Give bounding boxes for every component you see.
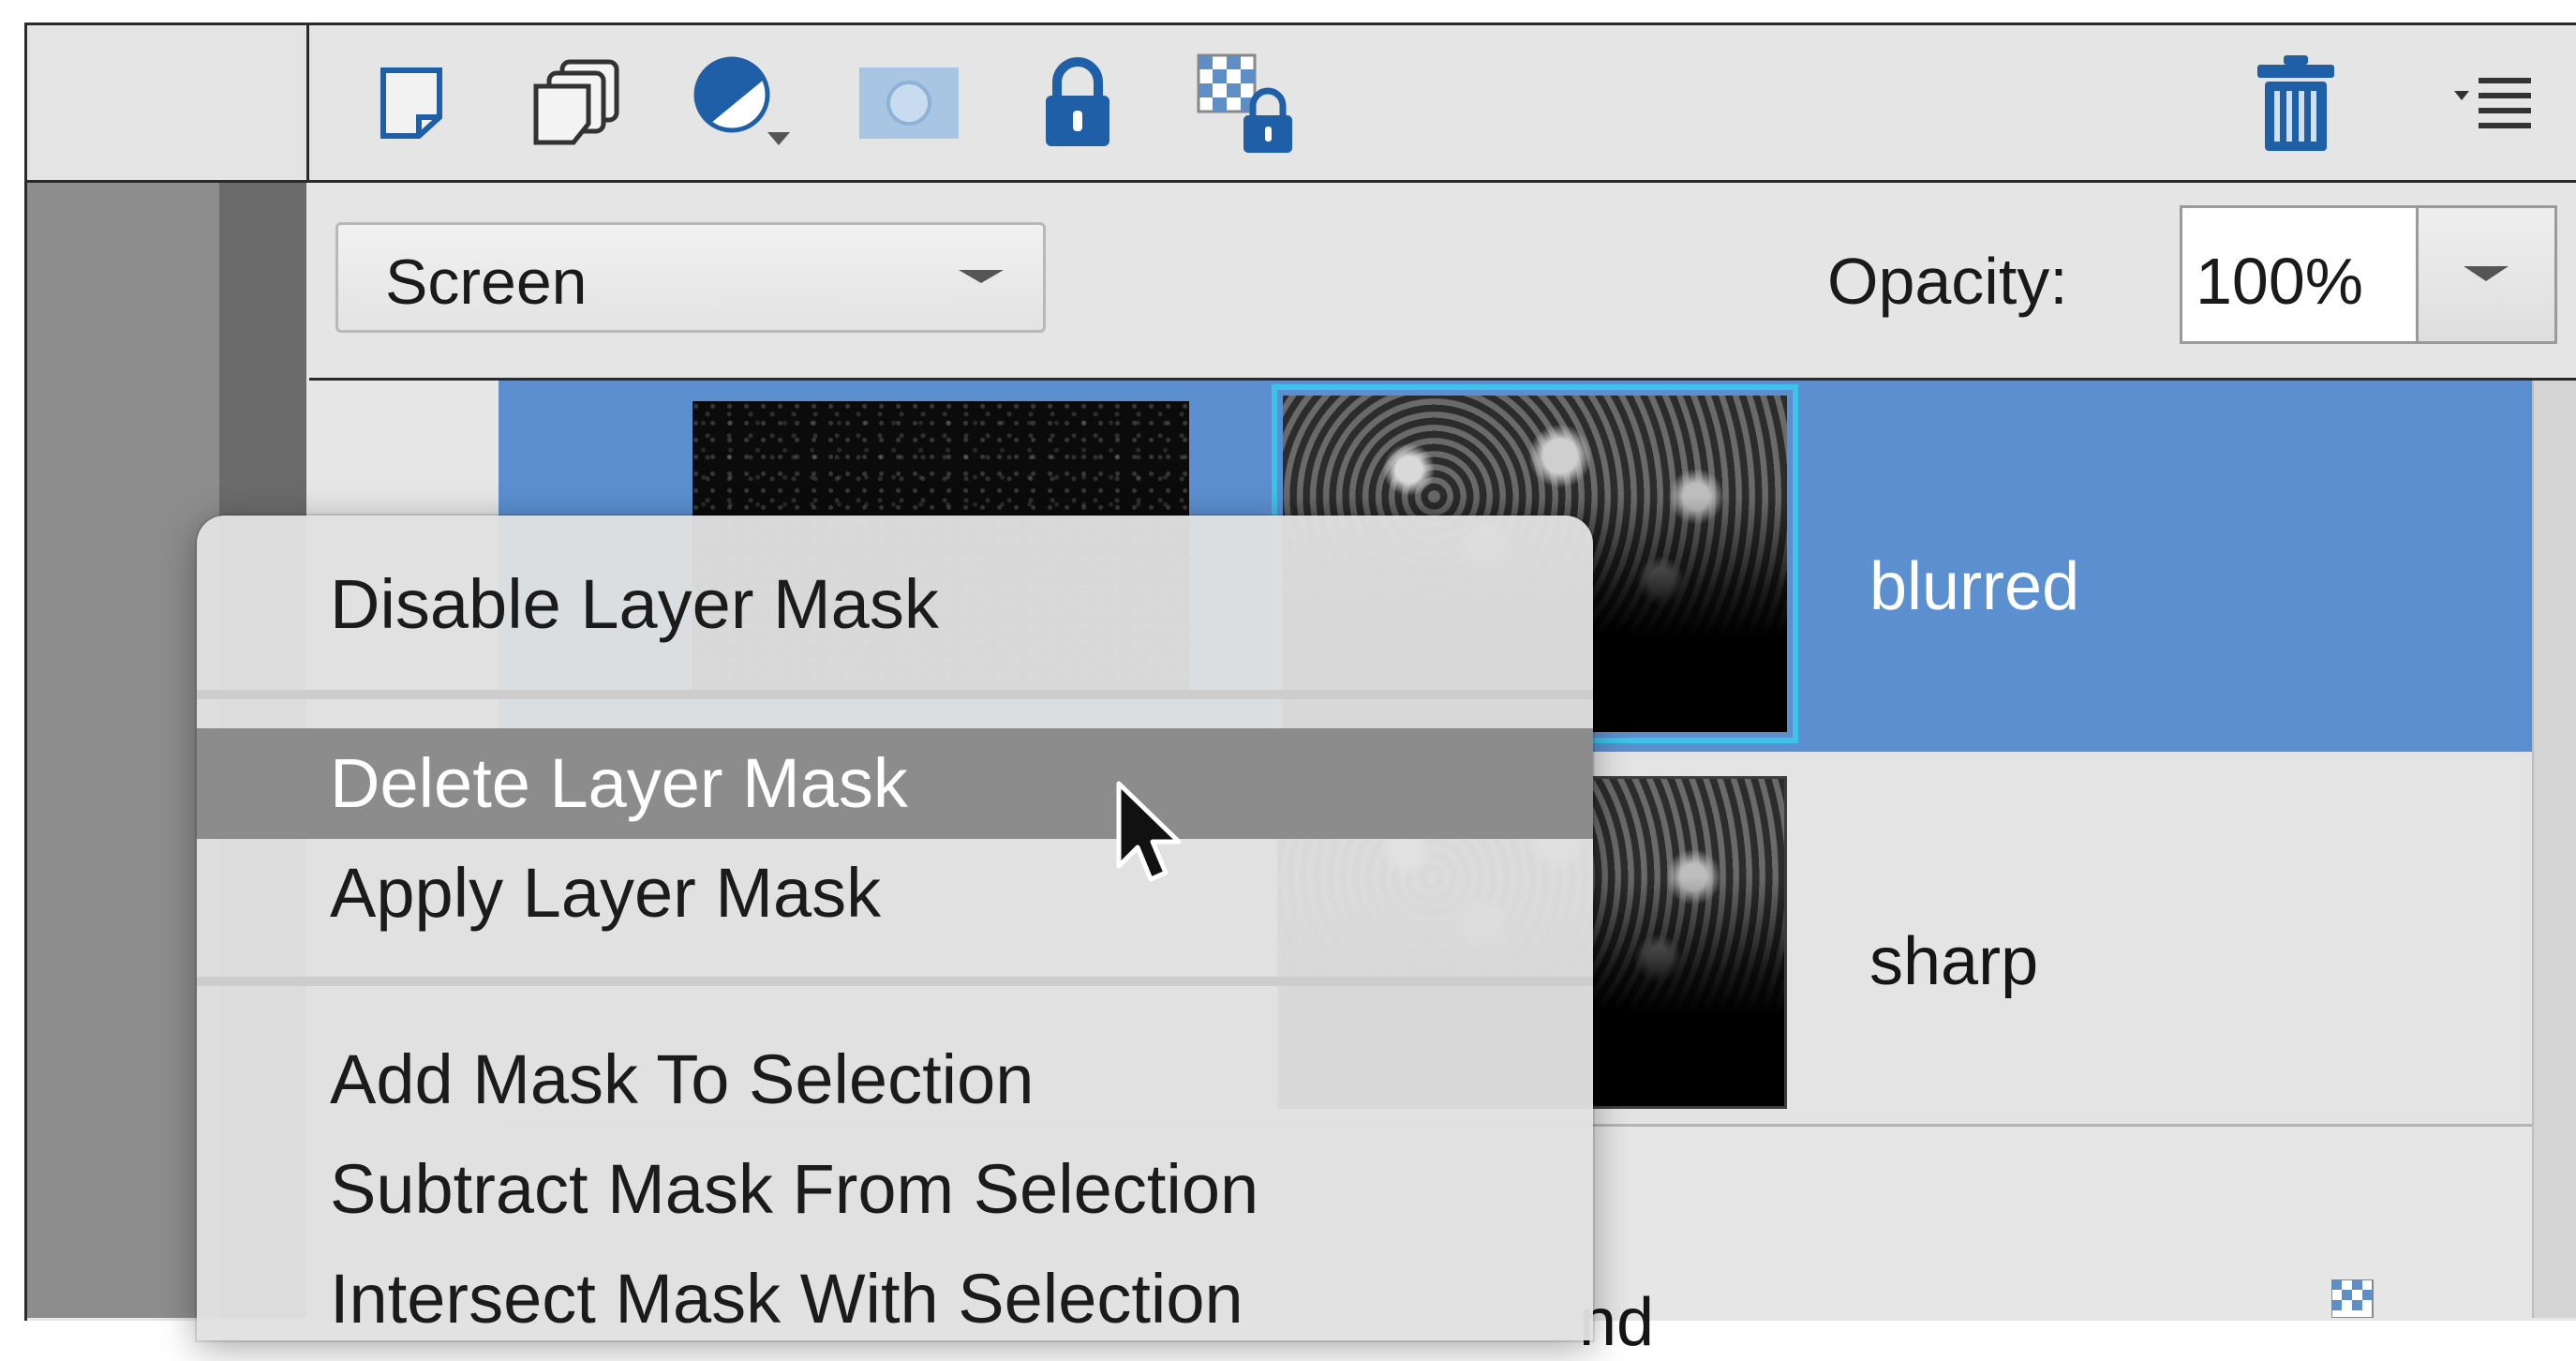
mouse-pointer-icon xyxy=(1113,780,1188,897)
menu-separator xyxy=(197,690,1593,699)
new-layer-icon[interactable] xyxy=(365,25,459,180)
menu-item-apply-layer-mask[interactable]: Apply Layer Mask xyxy=(197,838,1593,949)
chevron-down-icon xyxy=(2464,266,2509,281)
lock-all-icon[interactable] xyxy=(1031,25,1124,180)
opacity-label: Opacity: xyxy=(1827,245,2068,318)
opacity-dropdown-button[interactable] xyxy=(2419,205,2557,344)
menu-item-add-mask-to-selection[interactable]: Add Mask To Selection xyxy=(197,1024,1593,1135)
lock-transparency-icon[interactable] xyxy=(1190,25,1312,180)
blend-mode-dropdown[interactable]: Screen xyxy=(335,222,1046,333)
canvas-background xyxy=(27,183,219,1318)
opacity-value: 100% xyxy=(2196,245,2364,318)
menu-item-subtract-mask-from-selection[interactable]: Subtract Mask From Selection xyxy=(197,1134,1593,1245)
layers-scrollbar[interactable] xyxy=(2532,381,2576,1318)
menu-item-disable-layer-mask[interactable]: Disable Layer Mask xyxy=(197,549,1593,660)
panel-tab-area xyxy=(27,25,309,183)
blend-options-row: Screen Opacity: 100% xyxy=(309,183,2576,381)
layer-mask-icon[interactable] xyxy=(853,25,965,180)
adjustment-layer-icon[interactable] xyxy=(684,25,806,180)
menu-item-delete-layer-mask[interactable]: Delete Layer Mask xyxy=(197,728,1593,839)
chevron-down-icon xyxy=(959,270,1004,283)
transparency-lock-icon xyxy=(2330,1279,2388,1323)
layer-name[interactable]: sharp xyxy=(1869,923,2038,1000)
blend-mode-value: Screen xyxy=(385,247,588,318)
layer-mask-context-menu: Disable Layer Mask Delete Layer Mask App… xyxy=(197,516,1593,1340)
layers-toolbar xyxy=(309,25,2576,183)
opacity-input[interactable]: 100% xyxy=(2180,205,2419,344)
panel-menu-icon[interactable] xyxy=(2436,25,2549,180)
new-group-icon[interactable] xyxy=(523,25,631,180)
menu-item-intersect-mask-with-selection[interactable]: Intersect Mask With Selection xyxy=(197,1244,1593,1340)
trash-icon[interactable] xyxy=(2240,25,2352,180)
layer-name[interactable]: blurred xyxy=(1869,548,2079,625)
menu-separator xyxy=(197,977,1593,986)
